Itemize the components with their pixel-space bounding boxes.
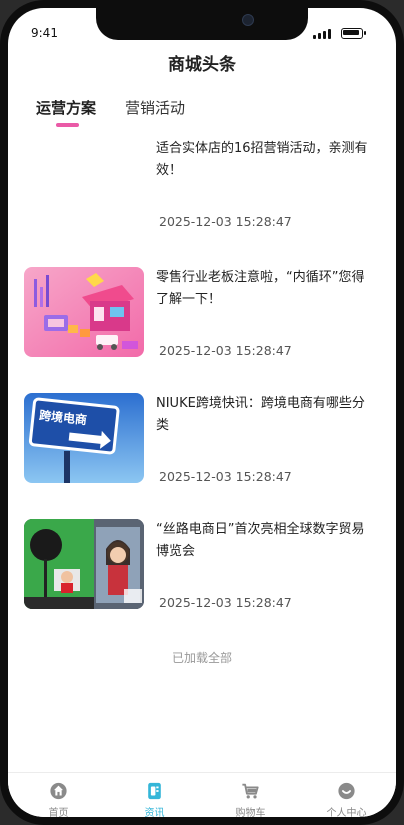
nav-news[interactable]: 资讯 — [106, 773, 203, 817]
notch — [96, 8, 308, 40]
tab-operation-plan[interactable]: 运营方案 — [36, 97, 96, 118]
article-thumbnail — [24, 267, 144, 357]
camera-icon — [242, 14, 254, 26]
cart-icon — [242, 783, 259, 799]
nav-profile[interactable]: 个人中心 — [298, 773, 395, 817]
nav-cart[interactable]: 购物车 — [202, 773, 299, 817]
nav-label: 资讯 — [144, 808, 165, 817]
tab-indicator — [56, 123, 79, 127]
bottom-nav: 首页 资讯 购物车 个人中心 — [8, 772, 396, 817]
article-item[interactable]: 适合实体店的16招营销活动，亲测有效！ 2025-12-03 15:28:47 — [8, 138, 396, 248]
article-title: 零售行业老板注意啦，“内循环”您得了解一下！ — [156, 270, 365, 307]
page-title: 商城头条 — [168, 55, 236, 75]
article-date: 2025-12-03 15:28:47 — [159, 343, 292, 358]
screen: 9:41 商城头条 运营方案 营销活动 适合实体店的16招营销活动，亲测有效！ … — [8, 8, 396, 817]
nav-label: 购物车 — [235, 808, 266, 817]
status-time: 9:41 — [31, 26, 58, 40]
article-thumbnail: 跨境电商 — [24, 393, 144, 483]
article-thumbnail — [24, 519, 144, 609]
article-item[interactable]: 跨境电商 NIUKE跨境快讯：跨境电商有哪些分类 2025-12-03 15:2… — [8, 393, 396, 503]
article-item[interactable]: 零售行业老板注意啦，“内循环”您得了解一下！ 2025-12-03 15:28:… — [8, 267, 396, 377]
article-title: NIUKE跨境快讯：跨境电商有哪些分类 — [156, 396, 365, 433]
article-date: 2025-12-03 15:28:47 — [159, 214, 292, 229]
profile-icon — [338, 782, 355, 800]
tab-marketing-activity[interactable]: 营销活动 — [125, 97, 185, 118]
home-icon — [50, 782, 67, 800]
article-item[interactable]: “丝路电商日”首次亮相全球数字贸易博览会 2025-12-03 15:28:47 — [8, 519, 396, 629]
news-icon — [148, 782, 161, 800]
signal-icon — [313, 28, 331, 39]
article-title: 适合实体店的16招营销活动，亲测有效！ — [156, 141, 368, 178]
article-date: 2025-12-03 15:28:47 — [159, 595, 292, 610]
article-title: “丝路电商日”首次亮相全球数字贸易博览会 — [156, 522, 365, 559]
article-date: 2025-12-03 15:28:47 — [159, 469, 292, 484]
nav-label: 首页 — [48, 808, 69, 817]
nav-label: 个人中心 — [326, 808, 367, 817]
nav-home[interactable]: 首页 — [10, 773, 107, 817]
list-end-text: 已加载全部 — [171, 651, 232, 665]
battery-icon — [341, 28, 366, 39]
phone-frame: 9:41 商城头条 运营方案 营销活动 适合实体店的16招营销活动，亲测有效！ … — [0, 0, 404, 825]
